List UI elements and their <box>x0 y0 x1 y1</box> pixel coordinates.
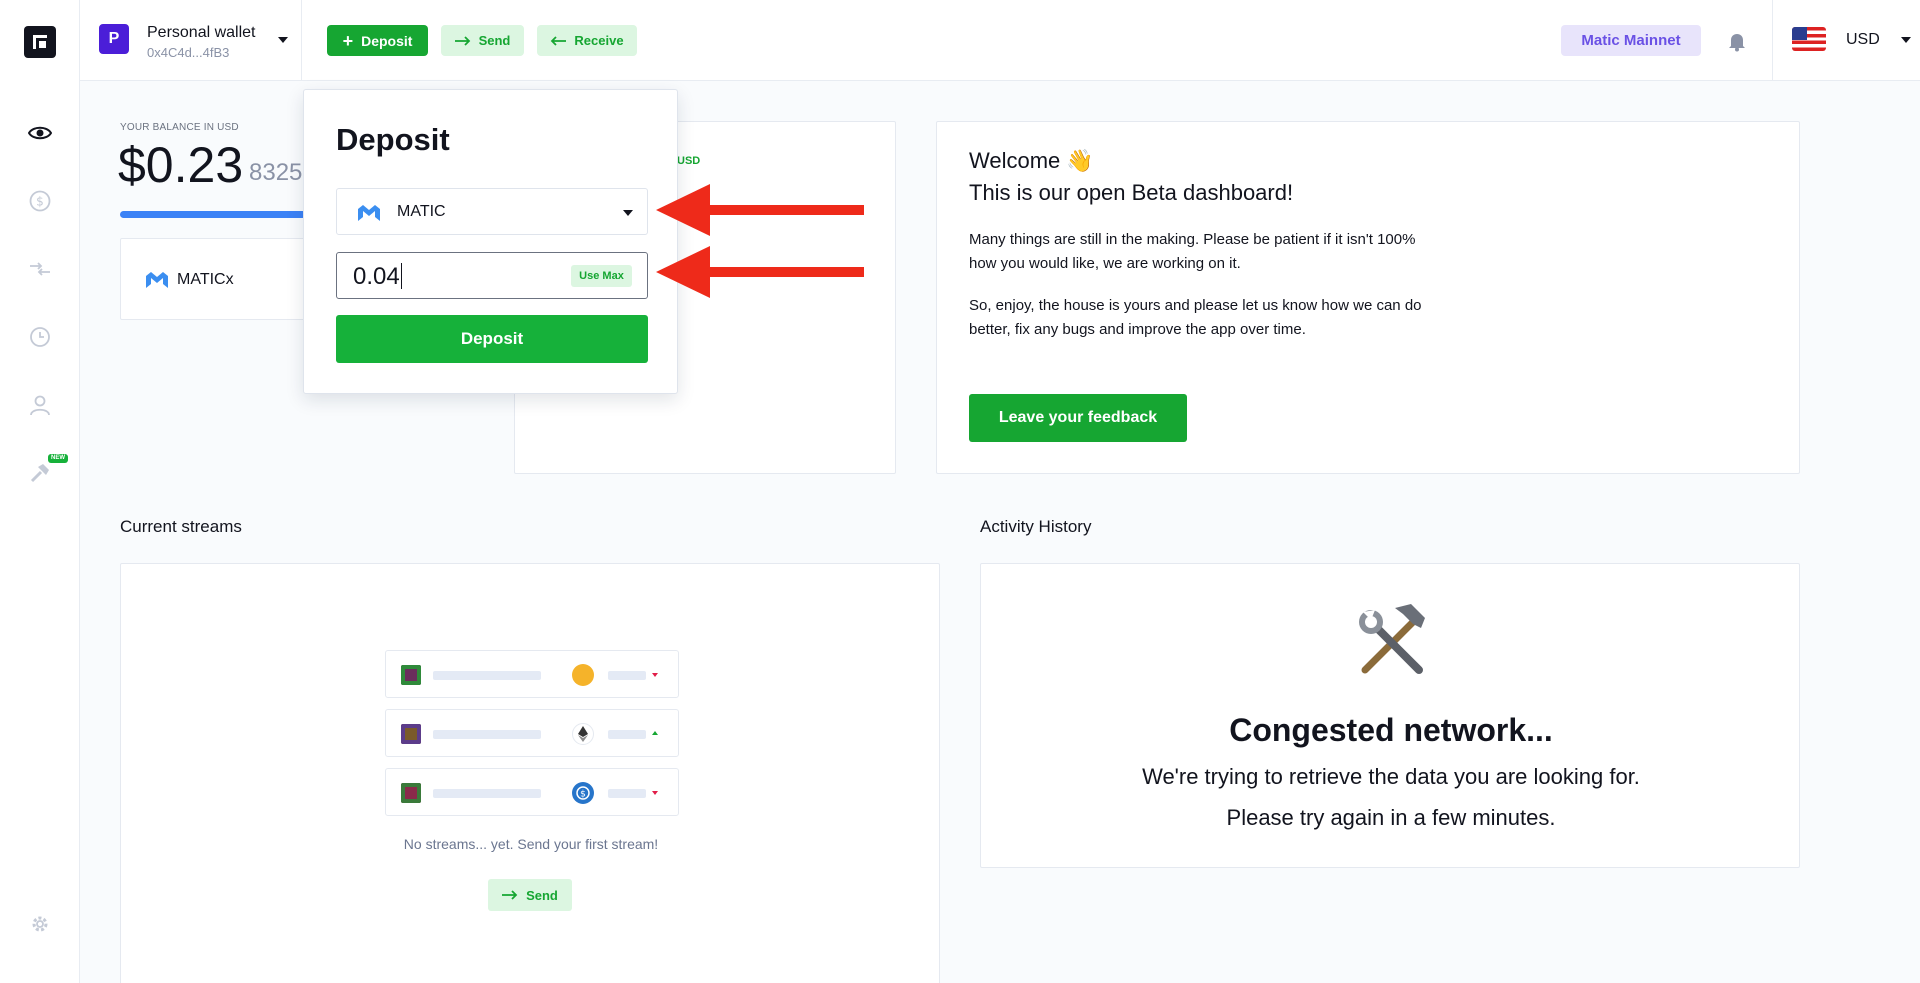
currency-label: USD <box>1846 31 1880 48</box>
amount-input[interactable]: 0.04 Use Max <box>336 252 648 299</box>
history-clock-icon[interactable] <box>25 322 55 352</box>
arrow-left-icon <box>551 35 567 46</box>
streams-card: $ No streams... yet. Send your first str… <box>120 563 940 983</box>
coin-icon <box>572 664 594 686</box>
token-select[interactable]: MATIC <box>336 188 648 235</box>
streams-empty-text: No streams... yet. Send your first strea… <box>403 836 659 852</box>
congested-line-1: We're trying to retrieve the data you ar… <box>1142 764 1640 789</box>
trend-down-icon <box>652 673 658 677</box>
congested-heading: Congested network... <box>1229 712 1553 748</box>
deposit-button[interactable]: + Deposit <box>327 25 428 56</box>
gear-icon[interactable] <box>25 909 55 939</box>
use-max-button[interactable]: Use Max <box>571 265 632 287</box>
confirm-deposit-button[interactable]: Deposit <box>336 315 648 363</box>
dollar-icon[interactable]: $ <box>25 186 55 216</box>
balance-label: YOUR BALANCE IN USD <box>120 122 239 133</box>
balance-amount: $0.23 <box>118 137 244 193</box>
top-header: P Personal wallet 0x4C4d...4fB3 + Deposi… <box>80 0 1920 81</box>
chevron-down-icon <box>1901 37 1911 43</box>
stream-placeholder-row <box>385 650 679 698</box>
stream-placeholder-row <box>385 709 679 757</box>
wallet-selector[interactable]: P Personal wallet 0x4C4d...4fB3 <box>80 0 302 81</box>
receive-button-label: Receive <box>574 33 624 48</box>
placeholder-line <box>433 671 541 680</box>
placeholder-line <box>608 671 646 680</box>
welcome-card: Welcome 👋 This is our open Beta dashboar… <box>936 121 1800 474</box>
matic-logo-icon <box>358 205 380 221</box>
amount-value: 0.04 <box>353 263 400 290</box>
placeholder-line <box>433 730 541 739</box>
plus-icon: + <box>342 30 354 51</box>
stream-placeholder-row: $ <box>385 768 679 816</box>
user-icon[interactable] <box>25 390 55 420</box>
ethereum-icon <box>572 723 594 745</box>
balance-decimals: 8325 <box>249 159 303 186</box>
stream-avatar <box>401 783 421 803</box>
deposit-button-label: Deposit <box>361 32 413 49</box>
eye-icon[interactable] <box>25 118 55 148</box>
welcome-paragraph-1: Many things are still in the making. Ple… <box>969 231 1416 272</box>
wallet-avatar: P <box>99 24 129 54</box>
send-first-stream-button[interactable]: Send <box>488 879 572 911</box>
deposit-popup: Deposit MATIC 0.04 Use Max Deposit <box>303 89 678 394</box>
activity-title: Activity History <box>980 517 1092 536</box>
deposit-popup-title: Deposit <box>336 122 450 157</box>
placeholder-line <box>608 730 646 739</box>
trend-down-icon <box>652 791 658 795</box>
leave-feedback-button[interactable]: Leave your feedback <box>969 394 1187 442</box>
svg-text:$: $ <box>580 790 586 800</box>
arrow-right-icon <box>502 890 518 900</box>
svg-text:$: $ <box>36 195 44 209</box>
waving-hand-icon: 👋 <box>1066 148 1094 173</box>
network-badge[interactable]: Matic Mainnet <box>1561 25 1701 56</box>
send-button-label: Send <box>478 33 511 48</box>
token-card[interactable]: MATICx <box>120 238 310 320</box>
activity-card: Congested network... We're trying to ret… <box>980 563 1800 868</box>
chevron-down-icon <box>623 210 633 216</box>
bell-icon[interactable] <box>1726 30 1748 52</box>
arrow-right-icon <box>454 35 470 46</box>
matic-logo-icon <box>146 272 168 288</box>
wallet-address: 0x4C4d...4fB3 <box>147 45 230 60</box>
stream-avatar <box>401 724 421 744</box>
welcome-subtitle: This is our open Beta dashboard! <box>969 180 1294 205</box>
congested-line-2: Please try again in a few minutes. <box>1226 805 1556 830</box>
red-arrow-icon <box>656 184 864 236</box>
hammer-and-wrench-icon <box>1359 604 1425 674</box>
wallet-name: Personal wallet <box>147 24 256 41</box>
token-name: MATICx <box>177 271 234 288</box>
new-badge: NEW <box>48 454 68 463</box>
sidebar: $ NEW <box>0 0 80 983</box>
balance-bar <box>120 211 306 218</box>
placeholder-line <box>608 789 646 798</box>
send-button-label: Send <box>526 887 558 903</box>
currency-selector[interactable]: USD <box>1772 0 1920 81</box>
welcome-paragraph-2: So, enjoy, the house is yours and please… <box>969 297 1422 338</box>
stream-avatar <box>401 665 421 685</box>
chevron-down-icon <box>278 37 288 43</box>
us-flag-icon <box>1792 27 1826 51</box>
welcome-title-text: Welcome <box>969 148 1061 173</box>
placeholder-line <box>433 789 541 798</box>
red-arrow-icon <box>656 246 864 298</box>
transfer-arrows-icon[interactable] <box>25 254 55 284</box>
streams-title: Current streams <box>120 517 242 536</box>
welcome-title: Welcome 👋 <box>969 148 1094 174</box>
usd-card-tag: USD <box>677 155 701 167</box>
receive-button[interactable]: Receive <box>537 25 637 56</box>
token-select-label: MATIC <box>397 203 446 220</box>
usdc-icon: $ <box>572 782 594 804</box>
app-logo[interactable] <box>24 26 56 58</box>
send-button[interactable]: Send <box>441 25 524 56</box>
trend-up-icon <box>652 731 658 735</box>
